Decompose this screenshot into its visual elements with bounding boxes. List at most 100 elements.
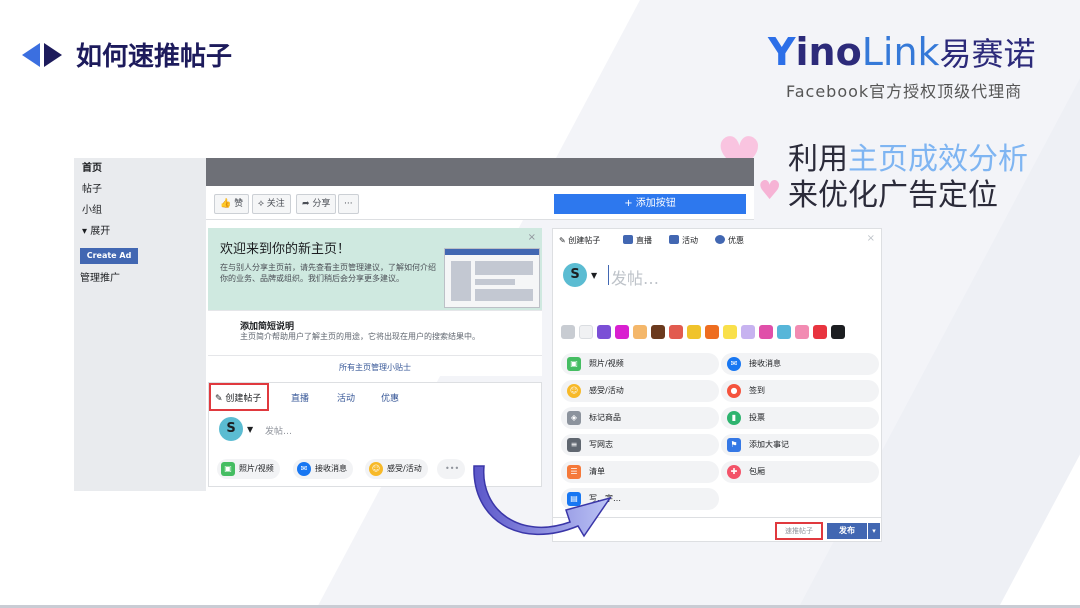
brand-logo: YinoLink易赛诺 Facebook官方授权顶级代理商 bbox=[768, 32, 1058, 102]
avatar[interactable]: S bbox=[563, 263, 587, 287]
swatch-color[interactable] bbox=[651, 325, 665, 339]
option-poll[interactable]: ▮ 投票 bbox=[721, 407, 879, 429]
heart-icon: ♥ bbox=[758, 176, 782, 206]
tag-icon: ◈ bbox=[567, 411, 581, 425]
swatch-color[interactable] bbox=[705, 325, 719, 339]
swatch-color[interactable] bbox=[633, 325, 647, 339]
callout-line1a: 利用 bbox=[788, 142, 848, 177]
all-tips-link[interactable]: 所有主页管理小贴士 bbox=[208, 355, 542, 373]
close-icon[interactable]: × bbox=[867, 233, 875, 244]
swatch-color[interactable] bbox=[759, 325, 773, 339]
gift-icon: ✚ bbox=[727, 465, 741, 479]
triangle-right-icon bbox=[44, 42, 62, 67]
tab-live[interactable]: 直播 bbox=[291, 391, 309, 404]
chevron-down-icon[interactable]: ▼ bbox=[247, 425, 253, 434]
tab-offer[interactable]: 优惠 bbox=[715, 235, 744, 246]
logo-cn: 易赛诺 bbox=[939, 35, 1036, 73]
calendar-icon bbox=[669, 235, 679, 244]
like-button[interactable]: 👍 赞 bbox=[214, 194, 250, 214]
welcome-card: 欢迎来到你的新主页！ 在与别人分享主页前，请先查看主页管理建议，了解如何介绍你的… bbox=[208, 228, 542, 310]
close-icon[interactable]: × bbox=[528, 232, 536, 243]
option-milestone[interactable]: ⚑ 添加大事记 bbox=[721, 434, 879, 456]
curved-arrow-icon bbox=[473, 465, 612, 538]
more-button[interactable]: ··· bbox=[338, 194, 359, 214]
sidebar-item-groups[interactable]: 小组 bbox=[74, 200, 206, 221]
slide-header: 如何速推帖子 bbox=[22, 36, 232, 73]
poll-icon: ▮ bbox=[727, 411, 741, 425]
option-messages[interactable]: ✉ 接收消息 bbox=[721, 353, 879, 375]
create-ad-button[interactable]: Create Ad bbox=[80, 248, 138, 264]
publish-dropdown[interactable]: ▾ bbox=[868, 523, 880, 539]
share-button[interactable]: ➦ 分享 bbox=[296, 194, 337, 214]
option-photo-video[interactable]: ▣ 照片/视频 bbox=[561, 353, 719, 375]
swatch-color[interactable] bbox=[777, 325, 791, 339]
logo-ino: ino bbox=[795, 30, 862, 74]
post-input[interactable]: 发帖… bbox=[611, 265, 659, 289]
feeling-chip[interactable]: ☺ 感受/活动 bbox=[365, 459, 428, 479]
tag-icon bbox=[715, 235, 725, 244]
swatch-color[interactable] bbox=[831, 325, 845, 339]
swatch-color[interactable] bbox=[615, 325, 629, 339]
callout-highlight: 主页成效分析 bbox=[848, 142, 1028, 177]
swatch-color[interactable] bbox=[669, 325, 683, 339]
tip-desc: 主页简介帮助用户了解主页的用途，它将出现在用户的搜索结果中。 bbox=[240, 332, 480, 341]
sidebar-item-home[interactable]: 首页 bbox=[74, 158, 206, 179]
sidebar-item-expand[interactable]: ▾ 展开 bbox=[74, 221, 206, 242]
page-preview-illustration bbox=[444, 248, 540, 308]
video-icon bbox=[623, 235, 633, 244]
tab-offer[interactable]: 优惠 bbox=[381, 391, 399, 404]
photo-icon: ▣ bbox=[221, 462, 235, 476]
flag-icon: ⚑ bbox=[727, 438, 741, 452]
tab-event[interactable]: 活动 bbox=[337, 391, 355, 404]
follow-button[interactable]: ⟡ 关注 bbox=[252, 194, 291, 214]
swatch-color[interactable] bbox=[687, 325, 701, 339]
sidebar-item-posts[interactable]: 帖子 bbox=[74, 179, 206, 200]
option-write-note[interactable]: ≡ 写网志 bbox=[561, 434, 719, 456]
option-tag-product[interactable]: ◈ 标记商品 bbox=[561, 407, 719, 429]
avatar[interactable]: S bbox=[219, 417, 243, 441]
swatch-color[interactable] bbox=[579, 325, 593, 339]
tab-live[interactable]: 直播 bbox=[623, 235, 652, 246]
sidebar-item-manage-promo[interactable]: 管理推广 bbox=[74, 268, 206, 289]
tab-event[interactable]: 活动 bbox=[669, 235, 698, 246]
option-feeling[interactable]: ☺ 感受/活动 bbox=[561, 380, 719, 402]
more-options-chip[interactable]: ••• bbox=[437, 459, 466, 479]
slide-title: 如何速推帖子 bbox=[76, 42, 233, 72]
welcome-body: 在与别人分享主页前，请先查看主页管理建议，了解如何介绍你的业务、品牌或组织。我们… bbox=[220, 263, 436, 283]
boost-post-button[interactable]: 速推帖子 bbox=[775, 522, 823, 540]
note-icon: ≡ bbox=[567, 438, 581, 452]
page-action-bar: 👍 赞 ⟡ 关注 ➦ 分享 ··· + 添加按钮 bbox=[206, 186, 754, 220]
messages-chip[interactable]: ✉ 接收消息 bbox=[293, 459, 353, 479]
photo-icon: ▣ bbox=[567, 357, 581, 371]
smiley-icon: ☺ bbox=[567, 384, 581, 398]
publish-button[interactable]: 发布 bbox=[827, 523, 867, 539]
messenger-icon: ✉ bbox=[727, 357, 741, 371]
tab-create-post[interactable]: ✎ 创建帖子 bbox=[215, 391, 261, 404]
option-checkin[interactable]: ● 签到 bbox=[721, 380, 879, 402]
swatch-color[interactable] bbox=[597, 325, 611, 339]
logo-link: Link bbox=[861, 30, 940, 74]
triangle-left-icon bbox=[22, 42, 40, 67]
photo-video-chip[interactable]: ▣ 照片/视频 bbox=[217, 459, 280, 479]
location-pin-icon: ● bbox=[727, 384, 741, 398]
post-input[interactable]: 发帖… bbox=[265, 424, 292, 437]
smiley-icon: ☺ bbox=[369, 462, 383, 476]
swatch-color[interactable] bbox=[723, 325, 737, 339]
callout-line2: 来优化广告定位 bbox=[788, 178, 998, 213]
messenger-icon: ✉ bbox=[297, 462, 311, 476]
logo-tagline: Facebook官方授权顶级代理商 bbox=[786, 82, 1023, 101]
page-sidebar: 首页 帖子 小组 ▾ 展开 Create Ad 管理推广 bbox=[74, 158, 206, 491]
tab-create-post[interactable]: ✎ 创建帖子 bbox=[559, 235, 600, 246]
callout-text: 利用主页成效分析 来优化广告定位 bbox=[788, 142, 1028, 214]
add-button[interactable]: + 添加按钮 bbox=[554, 194, 746, 214]
text-cursor bbox=[608, 265, 609, 285]
tip-card: 添加简短说明 主页简介帮助用户了解主页的用途，它将出现在用户的搜索结果中。 所有… bbox=[208, 310, 542, 376]
swatch-color[interactable] bbox=[741, 325, 755, 339]
welcome-title: 欢迎来到你的新主页！ bbox=[220, 242, 351, 257]
chevron-down-icon[interactable]: ▼ bbox=[591, 271, 597, 280]
option-box[interactable]: ✚ 包厢 bbox=[721, 461, 879, 483]
cover-photo bbox=[206, 158, 754, 186]
swatch-color[interactable] bbox=[813, 325, 827, 339]
swatch-color[interactable] bbox=[795, 325, 809, 339]
swatch-prev[interactable] bbox=[561, 325, 575, 339]
